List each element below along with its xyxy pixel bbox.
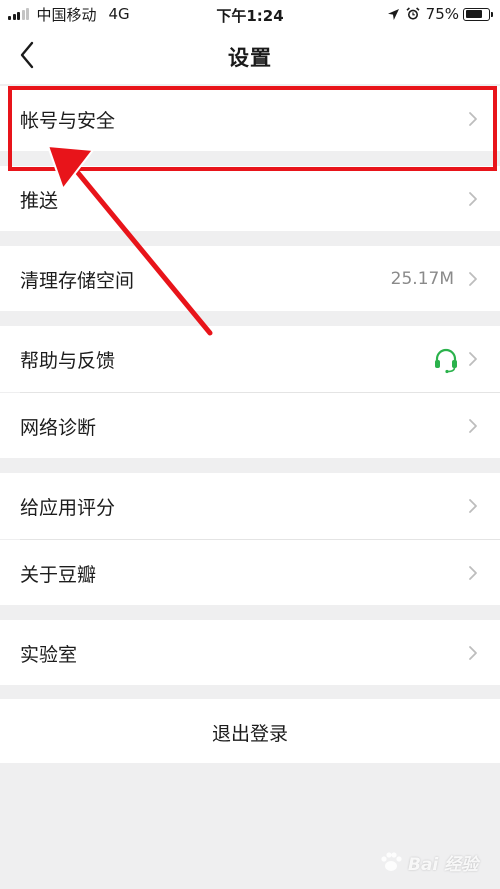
chevron-right-icon xyxy=(469,419,477,433)
battery-fill xyxy=(465,10,482,18)
chevron-right-icon xyxy=(469,352,477,366)
battery-percent: 75% xyxy=(425,5,459,23)
settings-item-help-feedback[interactable]: 帮助与反馈 xyxy=(0,326,500,392)
chevron-right-icon xyxy=(469,499,477,513)
chevron-right-icon xyxy=(469,646,477,660)
settings-item-label: 帐号与安全 xyxy=(20,110,116,132)
chevron-right-icon xyxy=(469,272,477,286)
settings-item-label: 清理存储空间 xyxy=(20,270,135,292)
logout-button[interactable]: 退出登录 xyxy=(0,699,500,763)
settings-item-lab[interactable]: 实验室 xyxy=(0,620,500,685)
settings-item-label: 网络诊断 xyxy=(20,417,97,439)
settings-item-rate-app[interactable]: 给应用评分 xyxy=(0,473,500,539)
paw-icon xyxy=(381,852,402,871)
watermark-text: Bai 经验 xyxy=(408,854,479,875)
settings-item-about[interactable]: 关于豆瓣 xyxy=(0,540,500,605)
settings-item-push[interactable]: 推送 xyxy=(0,166,500,231)
settings-item-label: 推送 xyxy=(20,190,59,212)
page-title: 设置 xyxy=(228,46,272,70)
chevron-right-icon xyxy=(469,566,477,580)
alarm-icon xyxy=(406,7,420,20)
status-bar: 中国移动 4G 下午1:24 75% xyxy=(0,0,500,28)
battery-icon xyxy=(463,7,493,21)
chevron-right-icon xyxy=(469,112,477,126)
chevron-right-icon xyxy=(469,192,477,206)
status-right: 75% xyxy=(387,5,493,23)
nav-bar: 设置 xyxy=(0,28,500,84)
logout-label: 退出登录 xyxy=(211,723,288,745)
settings-item-label: 关于豆瓣 xyxy=(20,564,97,586)
settings-item-label: 帮助与反馈 xyxy=(20,350,116,372)
storage-size-value: 25.17M xyxy=(390,269,454,289)
settings-item-label: 实验室 xyxy=(20,644,78,666)
settings-item-clear-storage[interactable]: 清理存储空间 25.17M xyxy=(0,246,500,311)
settings-item-label: 给应用评分 xyxy=(20,497,116,519)
location-arrow-icon xyxy=(387,8,399,20)
settings-item-account-security[interactable]: 帐号与安全 xyxy=(0,86,500,151)
watermark: Bai 经验 xyxy=(378,842,498,882)
settings-item-network-diagnosis[interactable]: 网络诊断 xyxy=(0,393,500,458)
headset-icon xyxy=(435,348,457,374)
